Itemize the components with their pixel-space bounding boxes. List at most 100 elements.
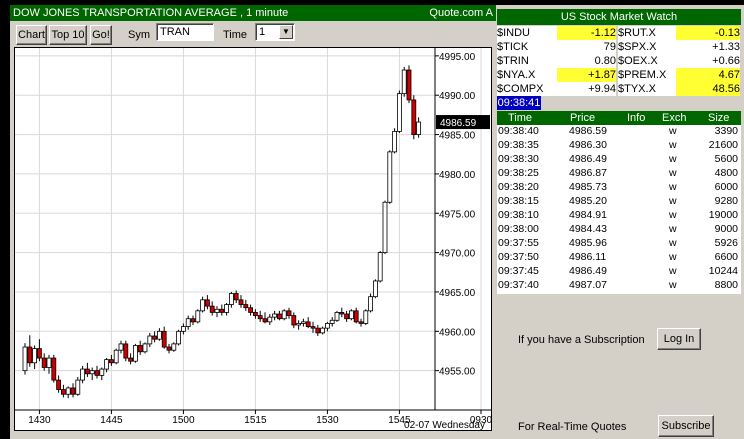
trade-row: 09:38:10 4984.91 w 19000: [497, 209, 741, 222]
candle-body: [248, 307, 254, 313]
subscription-text: If you have a Subscription: [518, 334, 645, 346]
x-tick-label: 1530: [316, 415, 339, 426]
candle-body: [209, 305, 215, 313]
trade-time: 09:38:35: [498, 139, 539, 151]
trade-row: 09:38:25 4986.87 w 4800: [497, 167, 741, 180]
watch-symbol[interactable]: $RUT.X: [618, 26, 676, 40]
trade-price: 4986.11: [569, 251, 607, 263]
candle-body: [214, 308, 220, 313]
candle-body: [334, 312, 340, 321]
watch-symbol[interactable]: $OEX.X: [618, 54, 676, 68]
y-tick-label: 4955.00: [439, 367, 476, 378]
trade-row: 09:38:30 4986.49 w 5600: [497, 153, 741, 166]
candle-body: [363, 310, 369, 324]
trade-time: 09:37:55: [498, 237, 539, 249]
candle-body: [219, 308, 225, 313]
candle-body: [70, 387, 76, 395]
candle-body: [94, 370, 100, 376]
last-price-label: 4986.59: [440, 118, 477, 129]
current-time-badge: 09:38:41: [497, 96, 541, 110]
candle-body: [348, 310, 354, 320]
trade-time: 09:37:50: [498, 251, 539, 263]
y-tick-label: 4990.00: [439, 91, 476, 102]
candle-body: [41, 357, 47, 368]
candle-body: [401, 69, 407, 95]
candle-body: [257, 315, 263, 320]
candle-body: [65, 387, 71, 395]
trade-price: 4984.91: [569, 209, 607, 221]
trade-price: 4985.96: [569, 237, 607, 249]
header-exch: Exch: [662, 112, 687, 124]
candle-body: [291, 315, 297, 326]
watch-value: 4.67: [676, 68, 740, 82]
trade-size: 3390: [714, 125, 738, 137]
trade-exch: w: [669, 251, 677, 263]
candle-body: [233, 293, 239, 301]
trade-size: 19000: [708, 209, 738, 221]
candle-body: [56, 379, 61, 390]
subscribe-button[interactable]: Subscribe: [658, 415, 714, 437]
trade-exch: w: [669, 125, 677, 137]
candle-body: [339, 312, 345, 315]
header-time: Time: [508, 112, 533, 124]
candle-body: [416, 121, 422, 135]
time-label: Time: [223, 29, 248, 41]
candle-body: [296, 323, 302, 326]
watch-symbol[interactable]: $PREM.X: [618, 68, 676, 82]
watch-symbol[interactable]: $NYA.X: [497, 68, 557, 82]
watch-symbol[interactable]: $TYX.X: [618, 82, 676, 96]
watch-value: +1.87: [557, 68, 616, 82]
candle-body: [180, 326, 186, 332]
trade-size: 21600: [708, 139, 738, 151]
watch-value: 48.56: [676, 82, 740, 96]
trade-time: 09:37:40: [498, 279, 539, 291]
candle-body: [310, 326, 316, 329]
trades-list[interactable]: 09:38:40 4986.59 w 3390 09:38:35 4986.30 w 2160…: [497, 125, 741, 294]
candle-body: [300, 321, 306, 324]
trade-exch: w: [669, 181, 677, 193]
top10-button[interactable]: Top 10: [49, 25, 87, 45]
candle-body: [252, 312, 258, 316]
interval-select[interactable]: 1 ▼: [255, 23, 295, 41]
chevron-down-icon[interactable]: ▼: [279, 25, 293, 39]
candle-body: [46, 357, 52, 368]
candle-body: [392, 131, 398, 153]
candle-body: [224, 304, 230, 313]
trade-row: 09:38:15 4985.20 w 9280: [497, 195, 741, 208]
trade-exch: w: [669, 237, 677, 249]
go-button[interactable]: Go!: [90, 25, 112, 45]
trade-size: 4800: [714, 167, 738, 179]
watch-symbol[interactable]: $COMPX: [497, 82, 557, 96]
watch-symbol[interactable]: $TRIN: [497, 54, 557, 68]
login-button[interactable]: Log In: [657, 328, 701, 350]
trade-time: 09:38:00: [498, 223, 539, 235]
candle-body: [147, 335, 153, 345]
candle-body: [329, 319, 335, 324]
candle-body: [243, 304, 249, 309]
trade-row: 09:38:00 4984.43 w 9000: [497, 223, 741, 236]
candle-body: [305, 321, 311, 327]
candle-body: [368, 296, 374, 312]
candle-body: [276, 313, 282, 320]
candle-body: [286, 310, 292, 316]
watch-value: +9.94: [557, 82, 616, 96]
symbol-input[interactable]: TRAN: [156, 23, 214, 41]
candle-body: [238, 299, 244, 305]
watch-symbol[interactable]: $SPX.X: [618, 40, 676, 54]
candle-body: [396, 93, 402, 132]
trades-header: Time Price Info Exch Size: [497, 111, 741, 125]
trade-exch: w: [669, 139, 677, 151]
candle-body: [262, 318, 268, 323]
candle-body: [320, 327, 326, 334]
candle-body: [185, 318, 191, 327]
chart-button[interactable]: Chart: [16, 25, 47, 45]
trade-size: 6600: [714, 251, 738, 263]
x-tick-label: 1515: [244, 415, 267, 426]
candle-body: [377, 252, 383, 282]
trade-size: 6000: [714, 181, 738, 193]
watch-symbol[interactable]: $INDU: [497, 26, 557, 40]
trade-exch: w: [669, 265, 677, 277]
watch-symbol[interactable]: $TICK: [497, 40, 557, 54]
market-panel: US Stock Market Watch $INDU -1.12 $TICK 79 $…: [496, 5, 744, 439]
y-tick-label: 4965.00: [439, 288, 476, 299]
